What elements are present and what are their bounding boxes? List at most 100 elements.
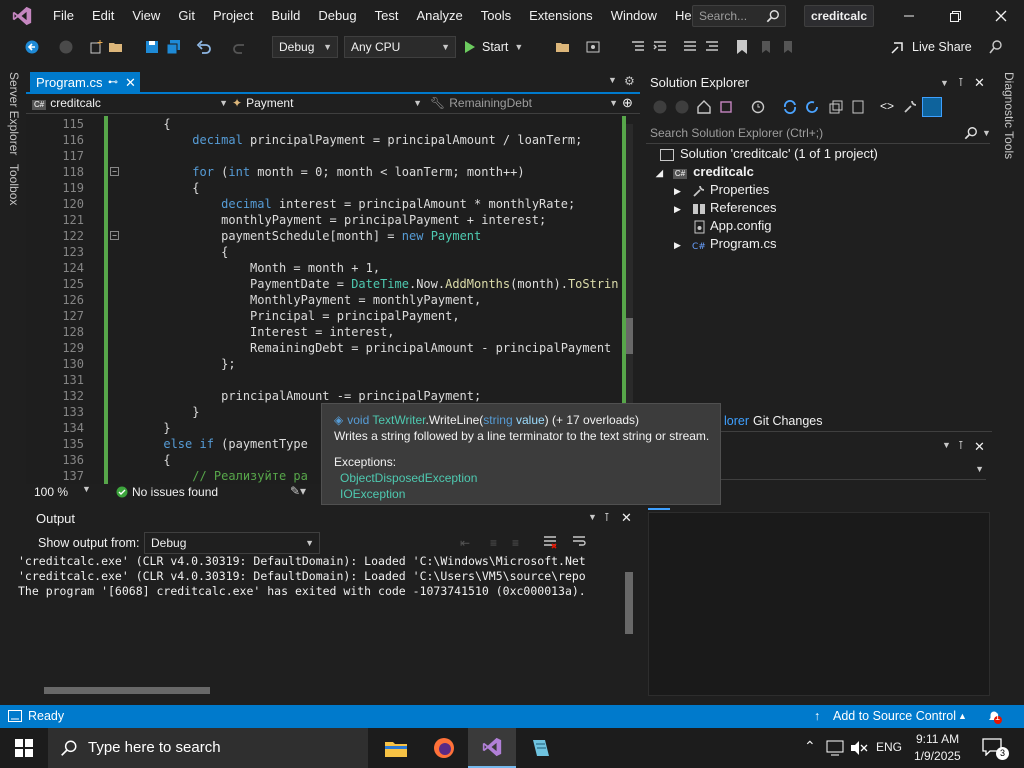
diagnostic-tools-tab[interactable]: Diagnostic Tools: [1002, 72, 1016, 159]
clock-date[interactable]: 1/9/2025: [914, 749, 961, 763]
word-wrap-icon[interactable]: [571, 534, 587, 550]
properties-wrench-icon[interactable]: [902, 99, 918, 115]
configuration-combo[interactable]: Debug ▼: [272, 36, 338, 58]
server-explorer-tab[interactable]: Server Explorer: [7, 72, 21, 155]
windows-start-icon[interactable]: [0, 728, 48, 768]
exception-link[interactable]: ObjectDisposedException: [334, 470, 708, 486]
project-node[interactable]: ◢ C# creditcalc: [656, 163, 754, 181]
forward-icon[interactable]: [58, 39, 74, 55]
notepad-icon[interactable]: [516, 728, 564, 768]
save-icon[interactable]: [144, 39, 160, 55]
switch-views-icon[interactable]: [718, 99, 734, 115]
tab-git-changes[interactable]: Git Changes: [753, 414, 822, 428]
search-box[interactable]: Search...: [692, 5, 786, 27]
pending-changes-icon[interactable]: [750, 99, 766, 115]
close-panel-icon[interactable]: ✕: [974, 72, 985, 94]
nav-member-combo[interactable]: 🔧︎ RemainingDebt ▼: [430, 94, 618, 113]
settings-gear-icon[interactable]: ⚙: [624, 74, 635, 88]
expanded-caret-icon[interactable]: ◢: [656, 168, 663, 178]
feedback-icon[interactable]: [988, 39, 1004, 55]
format-icon[interactable]: [630, 39, 646, 55]
output-text[interactable]: 'creditcalc.exe' (CLR v4.0.30319: Defaul…: [18, 554, 618, 674]
expand-caret-icon[interactable]: ▶: [674, 182, 692, 200]
save-all-icon[interactable]: [166, 39, 182, 55]
firefox-icon[interactable]: [420, 728, 468, 768]
open-folder-icon[interactable]: [108, 39, 124, 55]
editor-scroll-thumb[interactable]: [626, 318, 633, 354]
menu-edit[interactable]: Edit: [83, 0, 123, 32]
nav-type-combo[interactable]: ✦ Payment ▼: [232, 94, 422, 113]
find-message-icon[interactable]: ⇤: [460, 536, 470, 550]
indent-icon[interactable]: [652, 39, 668, 55]
output-vertical-scrollbar[interactable]: [622, 554, 636, 684]
tree-item-references[interactable]: ▶ References: [674, 199, 776, 217]
menu-file[interactable]: File: [44, 0, 83, 32]
volume-muted-icon[interactable]: [850, 740, 868, 756]
prev-message-icon[interactable]: ≡: [490, 536, 497, 550]
menu-view[interactable]: View: [123, 0, 169, 32]
back-icon[interactable]: [24, 39, 40, 55]
tab-overflow-icon[interactable]: ▼: [608, 75, 617, 85]
source-control-caret-icon[interactable]: ▲: [958, 705, 967, 728]
props-pin-icon[interactable]: ⊺: [958, 439, 964, 452]
pin-icon[interactable]: ⊷: [108, 72, 118, 94]
fold-collapse-icon[interactable]: −: [110, 167, 119, 176]
expand-caret-icon[interactable]: ▶: [674, 200, 692, 218]
tree-item-program-cs[interactable]: ▶ C# Program.cs: [674, 235, 776, 253]
exception-link[interactable]: IOException: [334, 486, 708, 502]
menu-window[interactable]: Window: [602, 0, 666, 32]
pin-panel-icon[interactable]: ⊺: [958, 72, 964, 94]
network-icon[interactable]: [826, 740, 844, 756]
expand-caret-icon[interactable]: ▶: [674, 236, 692, 254]
tree-item-properties[interactable]: ▶ Properties: [674, 181, 769, 199]
solution-search-input[interactable]: Search Solution Explorer (Ctrl+;) ▼: [646, 122, 991, 144]
output-pin-icon[interactable]: ⊺: [604, 511, 610, 524]
props-menu-icon[interactable]: ▼: [942, 440, 951, 450]
file-explorer-icon[interactable]: [372, 728, 420, 768]
sol-back-icon[interactable]: [652, 99, 668, 115]
issues-status[interactable]: No issues found: [132, 485, 218, 499]
view-code-icon[interactable]: <>: [880, 99, 894, 113]
redo-icon[interactable]: [232, 39, 248, 55]
output-horizontal-scrollbar[interactable]: [32, 684, 622, 696]
platform-combo[interactable]: Any CPU ▼: [344, 36, 456, 58]
home-icon[interactable]: [696, 99, 712, 115]
preview-toggle-icon[interactable]: [922, 97, 942, 117]
undo-icon[interactable]: [196, 39, 212, 55]
language-indicator[interactable]: ENG: [876, 740, 902, 754]
minimize-button[interactable]: [886, 0, 932, 32]
output-menu-icon[interactable]: ▼: [588, 512, 597, 522]
attach-icon[interactable]: [555, 39, 571, 55]
tree-item-app-config[interactable]: App.config: [674, 217, 771, 235]
tab-program-cs[interactable]: Program.cs ⊷ ✕: [30, 72, 140, 94]
sol-forward-icon[interactable]: [674, 99, 690, 115]
output-source-combo[interactable]: Debug ▼: [144, 532, 320, 554]
visual-studio-logo-icon[interactable]: [0, 0, 44, 32]
comment-icon[interactable]: [682, 39, 698, 55]
menu-build[interactable]: Build: [262, 0, 309, 32]
project-title[interactable]: creditcalc: [804, 5, 874, 27]
menu-debug[interactable]: Debug: [309, 0, 365, 32]
visual-studio-taskbar-icon[interactable]: [468, 728, 516, 768]
add-to-source-control[interactable]: Add to Source Control: [833, 705, 956, 728]
code-cleanup-icon[interactable]: ✎▾: [290, 484, 306, 498]
tab-solution-explorer[interactable]: lorer: [724, 414, 749, 428]
solution-node[interactable]: Solution 'creditcalc' (1 of 1 project): [660, 145, 878, 163]
show-all-files-icon[interactable]: [850, 99, 866, 115]
show-hidden-icons[interactable]: ⌃: [804, 738, 816, 755]
toolbox-tab[interactable]: Toolbox: [7, 164, 21, 205]
menu-analyze[interactable]: Analyze: [407, 0, 471, 32]
start-button[interactable]: Start ▼: [464, 37, 523, 57]
taskbar-search-box[interactable]: Type here to search: [48, 728, 368, 768]
panel-menu-icon[interactable]: ▼: [940, 72, 949, 94]
clock-time[interactable]: 9:11 AM: [916, 732, 959, 746]
close-window-button[interactable]: [978, 0, 1024, 32]
clear-all-icon[interactable]: [542, 534, 558, 550]
sync-icon[interactable]: [782, 99, 798, 115]
next-message-icon[interactable]: ≡: [512, 536, 519, 550]
menu-git[interactable]: Git: [169, 0, 204, 32]
output-close-icon[interactable]: ✕: [621, 510, 632, 526]
split-editor-icon[interactable]: ⊕: [622, 95, 633, 111]
next-bookmark-icon[interactable]: [780, 39, 796, 55]
uncomment-icon[interactable]: [704, 39, 720, 55]
